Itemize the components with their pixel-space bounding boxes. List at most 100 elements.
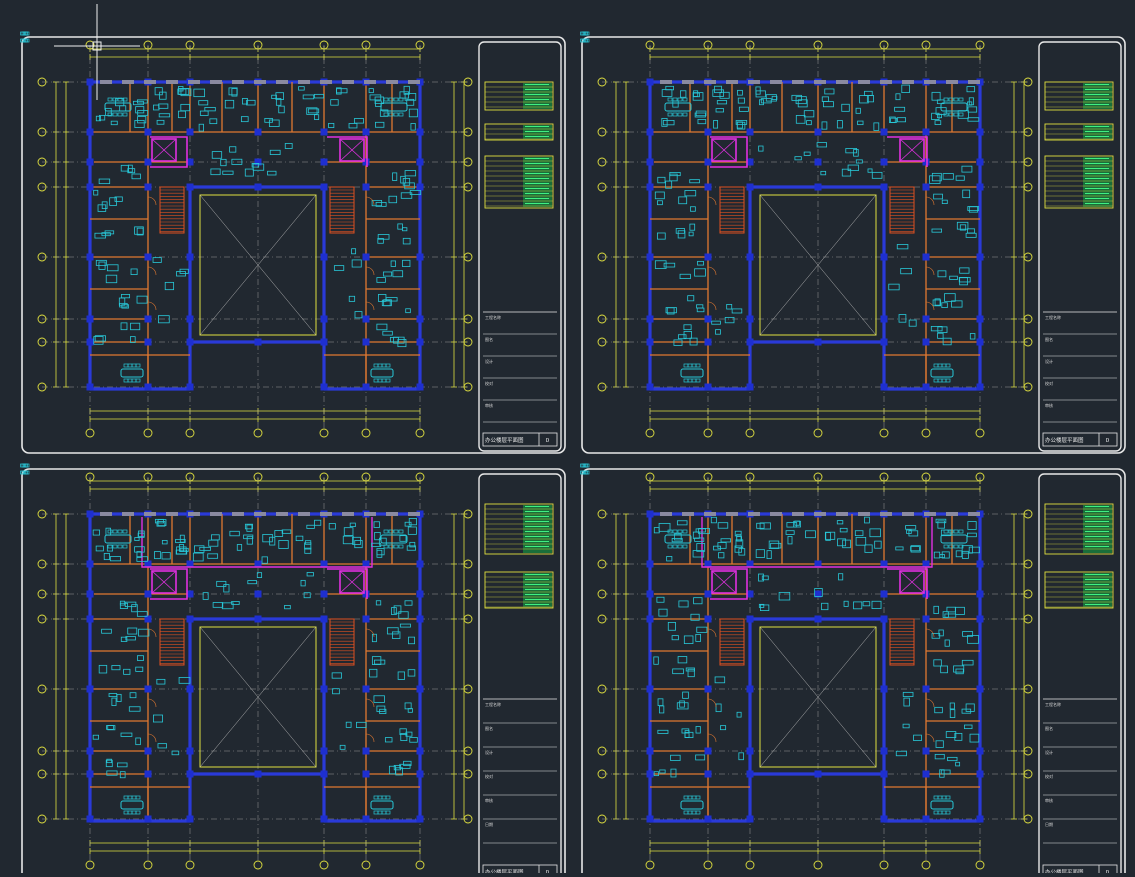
structural-column bbox=[186, 128, 194, 136]
sheet-4[interactable]: 工程名称图名设计校对审核日期办公楼层平面图 D bbox=[580, 463, 1126, 877]
structural-column bbox=[880, 338, 888, 346]
furniture bbox=[677, 656, 688, 664]
door-swing bbox=[707, 196, 717, 206]
title-field-label: 图名 bbox=[1045, 336, 1053, 342]
furniture bbox=[224, 99, 235, 109]
window bbox=[342, 512, 354, 516]
door-swing bbox=[925, 196, 935, 206]
chair bbox=[945, 795, 951, 800]
conference-table bbox=[940, 102, 968, 112]
furniture bbox=[677, 230, 686, 239]
window bbox=[320, 80, 332, 84]
sheet-2[interactable]: 工程名称图名设计校对审核办公楼层平面图 D bbox=[580, 31, 1126, 454]
furniture bbox=[137, 655, 144, 661]
furniture bbox=[108, 693, 118, 697]
furniture bbox=[278, 540, 289, 549]
door-swing bbox=[365, 733, 375, 743]
door-swing bbox=[707, 266, 717, 276]
chair bbox=[583, 31, 588, 36]
chair bbox=[381, 810, 387, 815]
structural-column bbox=[144, 747, 152, 755]
structural-column bbox=[704, 253, 712, 261]
cad-model-space[interactable]: 工程名称 图名 设计 校对 审核 办公楼层平面图 D 工程名称 图名 设计 校对 审核 办公楼层平面图 D… bbox=[0, 0, 1135, 877]
title-block[interactable]: 工程名称图名设计校对审核日期办公楼层平面图 D bbox=[1038, 473, 1122, 877]
furniture bbox=[903, 697, 910, 707]
chair bbox=[393, 97, 399, 102]
chair bbox=[945, 810, 951, 815]
structural-column bbox=[254, 338, 262, 346]
window bbox=[880, 80, 892, 84]
furniture bbox=[336, 88, 348, 94]
furniture bbox=[869, 528, 881, 538]
window bbox=[748, 512, 760, 516]
furniture bbox=[968, 97, 974, 106]
title-field-label: 设计 bbox=[1045, 749, 1053, 755]
chair bbox=[584, 463, 590, 468]
structural-column bbox=[922, 253, 930, 261]
window bbox=[792, 512, 804, 516]
furniture bbox=[402, 237, 411, 245]
sheet-1[interactable]: 工程名称图名设计校对审核办公楼层平面图 D bbox=[20, 31, 566, 454]
furniture bbox=[328, 122, 335, 129]
conference-table bbox=[370, 800, 394, 810]
crosshair-cursor[interactable] bbox=[54, 4, 140, 100]
furniture bbox=[820, 170, 827, 176]
drawing-canvas[interactable]: 工程名称图名设计校对审核办公楼层平面图 D 工程名称图名设计校对审核办公楼层平面图 D… bbox=[0, 0, 1135, 877]
title-block[interactable]: 工程名称图名设计校对审核办公楼层平面图 D bbox=[1038, 41, 1122, 452]
stair-core bbox=[719, 618, 745, 666]
furniture bbox=[656, 232, 666, 240]
furniture bbox=[803, 151, 811, 156]
furniture bbox=[935, 740, 944, 748]
furniture bbox=[969, 333, 976, 340]
furniture bbox=[202, 592, 209, 600]
furniture bbox=[177, 110, 186, 119]
structural-column bbox=[86, 685, 94, 693]
spec-table-cells bbox=[1083, 157, 1112, 207]
structural-column bbox=[416, 590, 424, 598]
furniture bbox=[961, 659, 974, 666]
structural-column bbox=[880, 315, 888, 323]
structural-column bbox=[814, 338, 822, 346]
structural-column bbox=[704, 747, 712, 755]
furniture bbox=[737, 97, 745, 104]
window bbox=[902, 80, 914, 84]
title-block[interactable]: 工程名称图名设计校对审核日期办公楼层平面图 D bbox=[478, 473, 562, 877]
chair bbox=[937, 363, 943, 368]
structural-column bbox=[416, 315, 424, 323]
title-field-label: 工程名称 bbox=[485, 314, 501, 320]
structural-column bbox=[704, 383, 712, 391]
chair bbox=[24, 463, 30, 468]
structural-column bbox=[320, 253, 328, 261]
window bbox=[946, 512, 958, 516]
structural-column bbox=[186, 183, 194, 191]
chair bbox=[112, 544, 118, 549]
furniture bbox=[855, 537, 867, 546]
spec-table bbox=[1044, 571, 1114, 609]
structural-column bbox=[646, 770, 654, 778]
chair bbox=[933, 378, 939, 383]
furniture bbox=[136, 295, 148, 304]
chair bbox=[383, 97, 389, 102]
title-field-label: 日期 bbox=[1045, 821, 1053, 827]
furniture bbox=[92, 734, 99, 740]
title-field-label: 校对 bbox=[485, 773, 493, 779]
structural-column bbox=[86, 128, 94, 136]
chair bbox=[385, 363, 391, 368]
furniture bbox=[770, 542, 782, 549]
sheet-3[interactable]: 工程名称图名设计校对审核日期办公楼层平面图 D bbox=[20, 463, 566, 877]
structural-column bbox=[746, 253, 754, 261]
furniture bbox=[679, 273, 691, 279]
conference-table bbox=[930, 368, 954, 378]
furniture bbox=[816, 142, 827, 148]
drawing-title: 办公楼层平面图 bbox=[1045, 868, 1084, 873]
furniture bbox=[135, 737, 141, 746]
window bbox=[858, 512, 870, 516]
furniture bbox=[207, 553, 219, 559]
structural-column bbox=[646, 338, 654, 346]
title-block[interactable]: 工程名称图名设计校对审核办公楼层平面图 D bbox=[478, 41, 562, 452]
window bbox=[364, 80, 376, 84]
chair bbox=[373, 378, 379, 383]
furniture bbox=[120, 732, 133, 737]
furniture bbox=[402, 259, 411, 267]
furniture bbox=[898, 314, 907, 323]
